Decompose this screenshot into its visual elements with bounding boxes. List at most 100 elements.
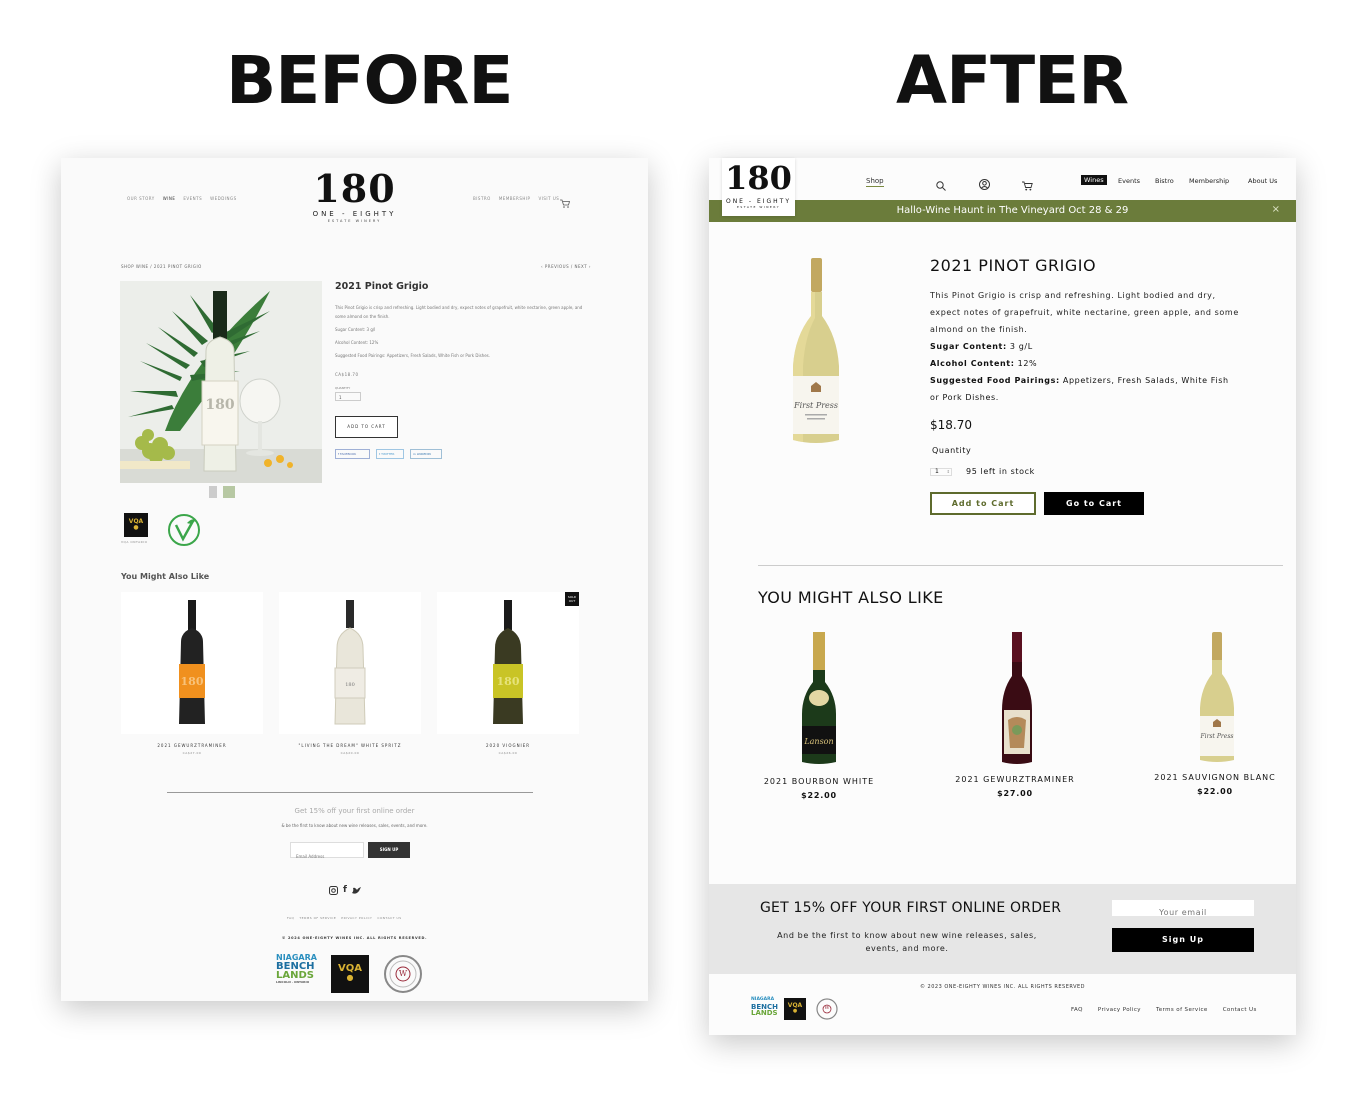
before-share-row: f FACEBOOK t TWITTER in LINKEDIN: [335, 449, 585, 459]
after-product-photo[interactable]: First Press: [781, 256, 851, 450]
after-quantity-label: Quantity: [932, 446, 972, 455]
before-logo[interactable]: 180 ONE - EIGHTY ESTATE WINERY: [297, 168, 412, 224]
after-account-icon[interactable]: [979, 175, 990, 194]
before-add-to-cart-button[interactable]: ADD TO CART: [335, 416, 398, 438]
before-footer-faq[interactable]: FAQ: [287, 916, 294, 920]
after-announcement-bar[interactable]: Hallo-Wine Haunt in The Vineyard Oct 28 …: [709, 200, 1296, 222]
svg-text:180: 180: [497, 675, 520, 688]
before-breadcrumb[interactable]: SHOP WINE / 2021 PINOT GRIGIO: [121, 264, 202, 269]
before-logo-line2: ESTATE WINERY: [327, 219, 382, 223]
before-related-card-1[interactable]: 180: [121, 592, 263, 734]
before-instagram-icon[interactable]: [329, 885, 338, 895]
before-prev-next[interactable]: ‹ PREVIOUS / NEXT ›: [541, 264, 591, 269]
after-nav-membership[interactable]: Membership: [1189, 177, 1229, 185]
after-circle-logo: W: [816, 998, 838, 1024]
after-go-to-cart-button[interactable]: Go to Cart: [1044, 492, 1144, 515]
before-nav-weddings[interactable]: WEDDINGS: [210, 196, 236, 201]
after-related-bottle-2: [1002, 632, 1032, 764]
after-related-name-1[interactable]: 2021 BOURBON WHITE: [749, 777, 889, 786]
after-product-bottle-label: First Press: [793, 401, 838, 410]
after-footer-contact[interactable]: Contact Us: [1223, 1007, 1257, 1013]
before-email-field[interactable]: [291, 849, 363, 864]
before-cart-icon[interactable]: [560, 193, 571, 212]
after-nav-about[interactable]: About Us: [1248, 177, 1277, 185]
before-related-name-3[interactable]: 2020 VIOGNIER: [437, 743, 579, 748]
before-nav-membership[interactable]: MEMBERSHIP: [499, 196, 531, 201]
before-product-info: 2021 Pinot Grigio This Pinot Grigio is c…: [335, 281, 585, 459]
after-divider: [758, 565, 1283, 566]
before-nav-bistro[interactable]: BISTRO: [473, 196, 491, 201]
after-footer-privacy[interactable]: Privacy Policy: [1098, 1007, 1141, 1013]
before-related-card-2[interactable]: 180: [279, 592, 421, 734]
after-nav-events[interactable]: Events: [1118, 177, 1140, 185]
before-share-linkedin[interactable]: in LINKEDIN: [410, 449, 442, 459]
after-nav-wines[interactable]: Wines: [1081, 175, 1107, 185]
before-related-name-1[interactable]: 2021 GEWURZTRAMINER: [121, 743, 263, 748]
after-footer-links: FAQ Privacy Policy Terms of Service Cont…: [1071, 1007, 1257, 1013]
after-add-to-cart-button[interactable]: Add to Cart: [930, 492, 1036, 515]
after-signup-button[interactable]: Sign Up: [1112, 928, 1254, 952]
after-related-name-2[interactable]: 2021 GEWURZTRAMINER: [945, 775, 1085, 784]
after-email-input[interactable]: [1112, 900, 1254, 921]
before-nav-events[interactable]: EVENTS: [183, 196, 202, 201]
after-alcohol-label: Alcohol Content:: [930, 359, 1015, 368]
before-related-price-3: CA$26.00: [498, 751, 518, 755]
before-related-name-2[interactable]: "LIVING THE DREAM" WHITE SPRITZ: [279, 743, 421, 748]
before-related-card-3[interactable]: 180 SOLD OUT: [437, 592, 579, 734]
before-product-photo-art: 180: [120, 281, 322, 483]
before-email-input[interactable]: [290, 842, 364, 864]
before-divider: [167, 792, 533, 793]
after-related-card-3[interactable]: First Press: [1197, 630, 1237, 770]
before-circle-logo: W: [383, 954, 423, 998]
before-share-facebook[interactable]: f FACEBOOK: [335, 449, 370, 459]
before-thumbnails: [209, 486, 235, 498]
before-product-description: This Pinot Grigio is crisp and refreshin…: [335, 305, 583, 319]
after-search-icon[interactable]: [936, 176, 946, 195]
after-newsletter-title: GET 15% OFF YOUR FIRST ONLINE ORDER: [760, 900, 1062, 916]
after-announcement-close-icon[interactable]: ×: [1272, 204, 1280, 215]
after-page: 180 ONE - EIGHTY ESTATE WINERY Shop Wine…: [709, 158, 1296, 1035]
before-twitter-footer-icon[interactable]: [351, 886, 362, 895]
before-social-icons: f: [329, 885, 362, 895]
after-logo-line1: ONE - EIGHTY: [725, 198, 792, 205]
before-signup-button[interactable]: SIGN UP: [368, 842, 410, 858]
after-email-field[interactable]: [1112, 904, 1254, 921]
before-copyright: © 2024 ONE-EIGHTY WINES INC. ALL RIGHTS …: [281, 936, 428, 940]
after-niagara-line3: LANDS: [751, 1009, 778, 1017]
before-thumbnail-1[interactable]: [209, 486, 217, 498]
after-signup-label: Sign Up: [1162, 935, 1204, 944]
after-logo[interactable]: 180 ONE - EIGHTY ESTATE WINERY: [722, 158, 795, 216]
before-share-twitter[interactable]: t TWITTER: [376, 449, 404, 459]
before-related-price-2: CA$20.00: [340, 751, 360, 755]
after-quantity-arrows-icon[interactable]: ⇕: [947, 469, 951, 475]
after-related-price-1: $22.00: [801, 791, 837, 800]
after-copyright: © 2023 ONE-EIGHTY WINES INC. ALL RIGHTS …: [919, 984, 1086, 990]
after-footer-terms[interactable]: Terms of Service: [1156, 1007, 1208, 1013]
before-quantity-input[interactable]: 1: [335, 392, 361, 401]
after-nav-bistro[interactable]: Bistro: [1155, 177, 1174, 185]
before-niagara-line3: LANDS: [276, 970, 314, 981]
before-facebook-footer-icon[interactable]: f: [343, 885, 347, 895]
after-nav-shop[interactable]: Shop: [866, 177, 884, 187]
before-nav-visit-us[interactable]: VISIT US: [538, 196, 559, 201]
after-related-card-2[interactable]: [999, 630, 1035, 770]
after-related-bottle-3-label: First Press: [1200, 733, 1234, 740]
after-price: $18.70: [930, 418, 972, 432]
before-thumbnail-2[interactable]: [223, 486, 235, 498]
after-related-card-1[interactable]: Lanson: [798, 630, 840, 770]
after-sugar-value: 3 g/L: [1006, 342, 1033, 351]
after-niagara-logo: NIAGARA BENCH LANDS: [751, 997, 778, 1021]
after-cart-icon[interactable]: [1022, 176, 1033, 195]
before-nav-wine[interactable]: WINE: [163, 196, 176, 201]
before-vqa-badge: VQA ●: [124, 513, 148, 537]
before-footer-privacy[interactable]: PRIVACY POLICY: [341, 916, 372, 920]
before-footer-terms[interactable]: TERMS OF SERVICE: [299, 916, 336, 920]
before-product-photo[interactable]: 180: [120, 281, 322, 483]
after-related-name-3[interactable]: 2021 SAUVIGNON BLANC: [1145, 773, 1285, 782]
after-quantity-stepper[interactable]: 1 ⇕: [930, 467, 952, 476]
before-footer-contact[interactable]: CONTACT US: [377, 916, 401, 920]
before-nav-our-story[interactable]: OUR STORY: [127, 196, 155, 201]
after-related-bottle-1: Lanson: [802, 632, 836, 764]
after-footer-faq[interactable]: FAQ: [1071, 1007, 1083, 1013]
before-vegan-icon: [167, 513, 201, 551]
